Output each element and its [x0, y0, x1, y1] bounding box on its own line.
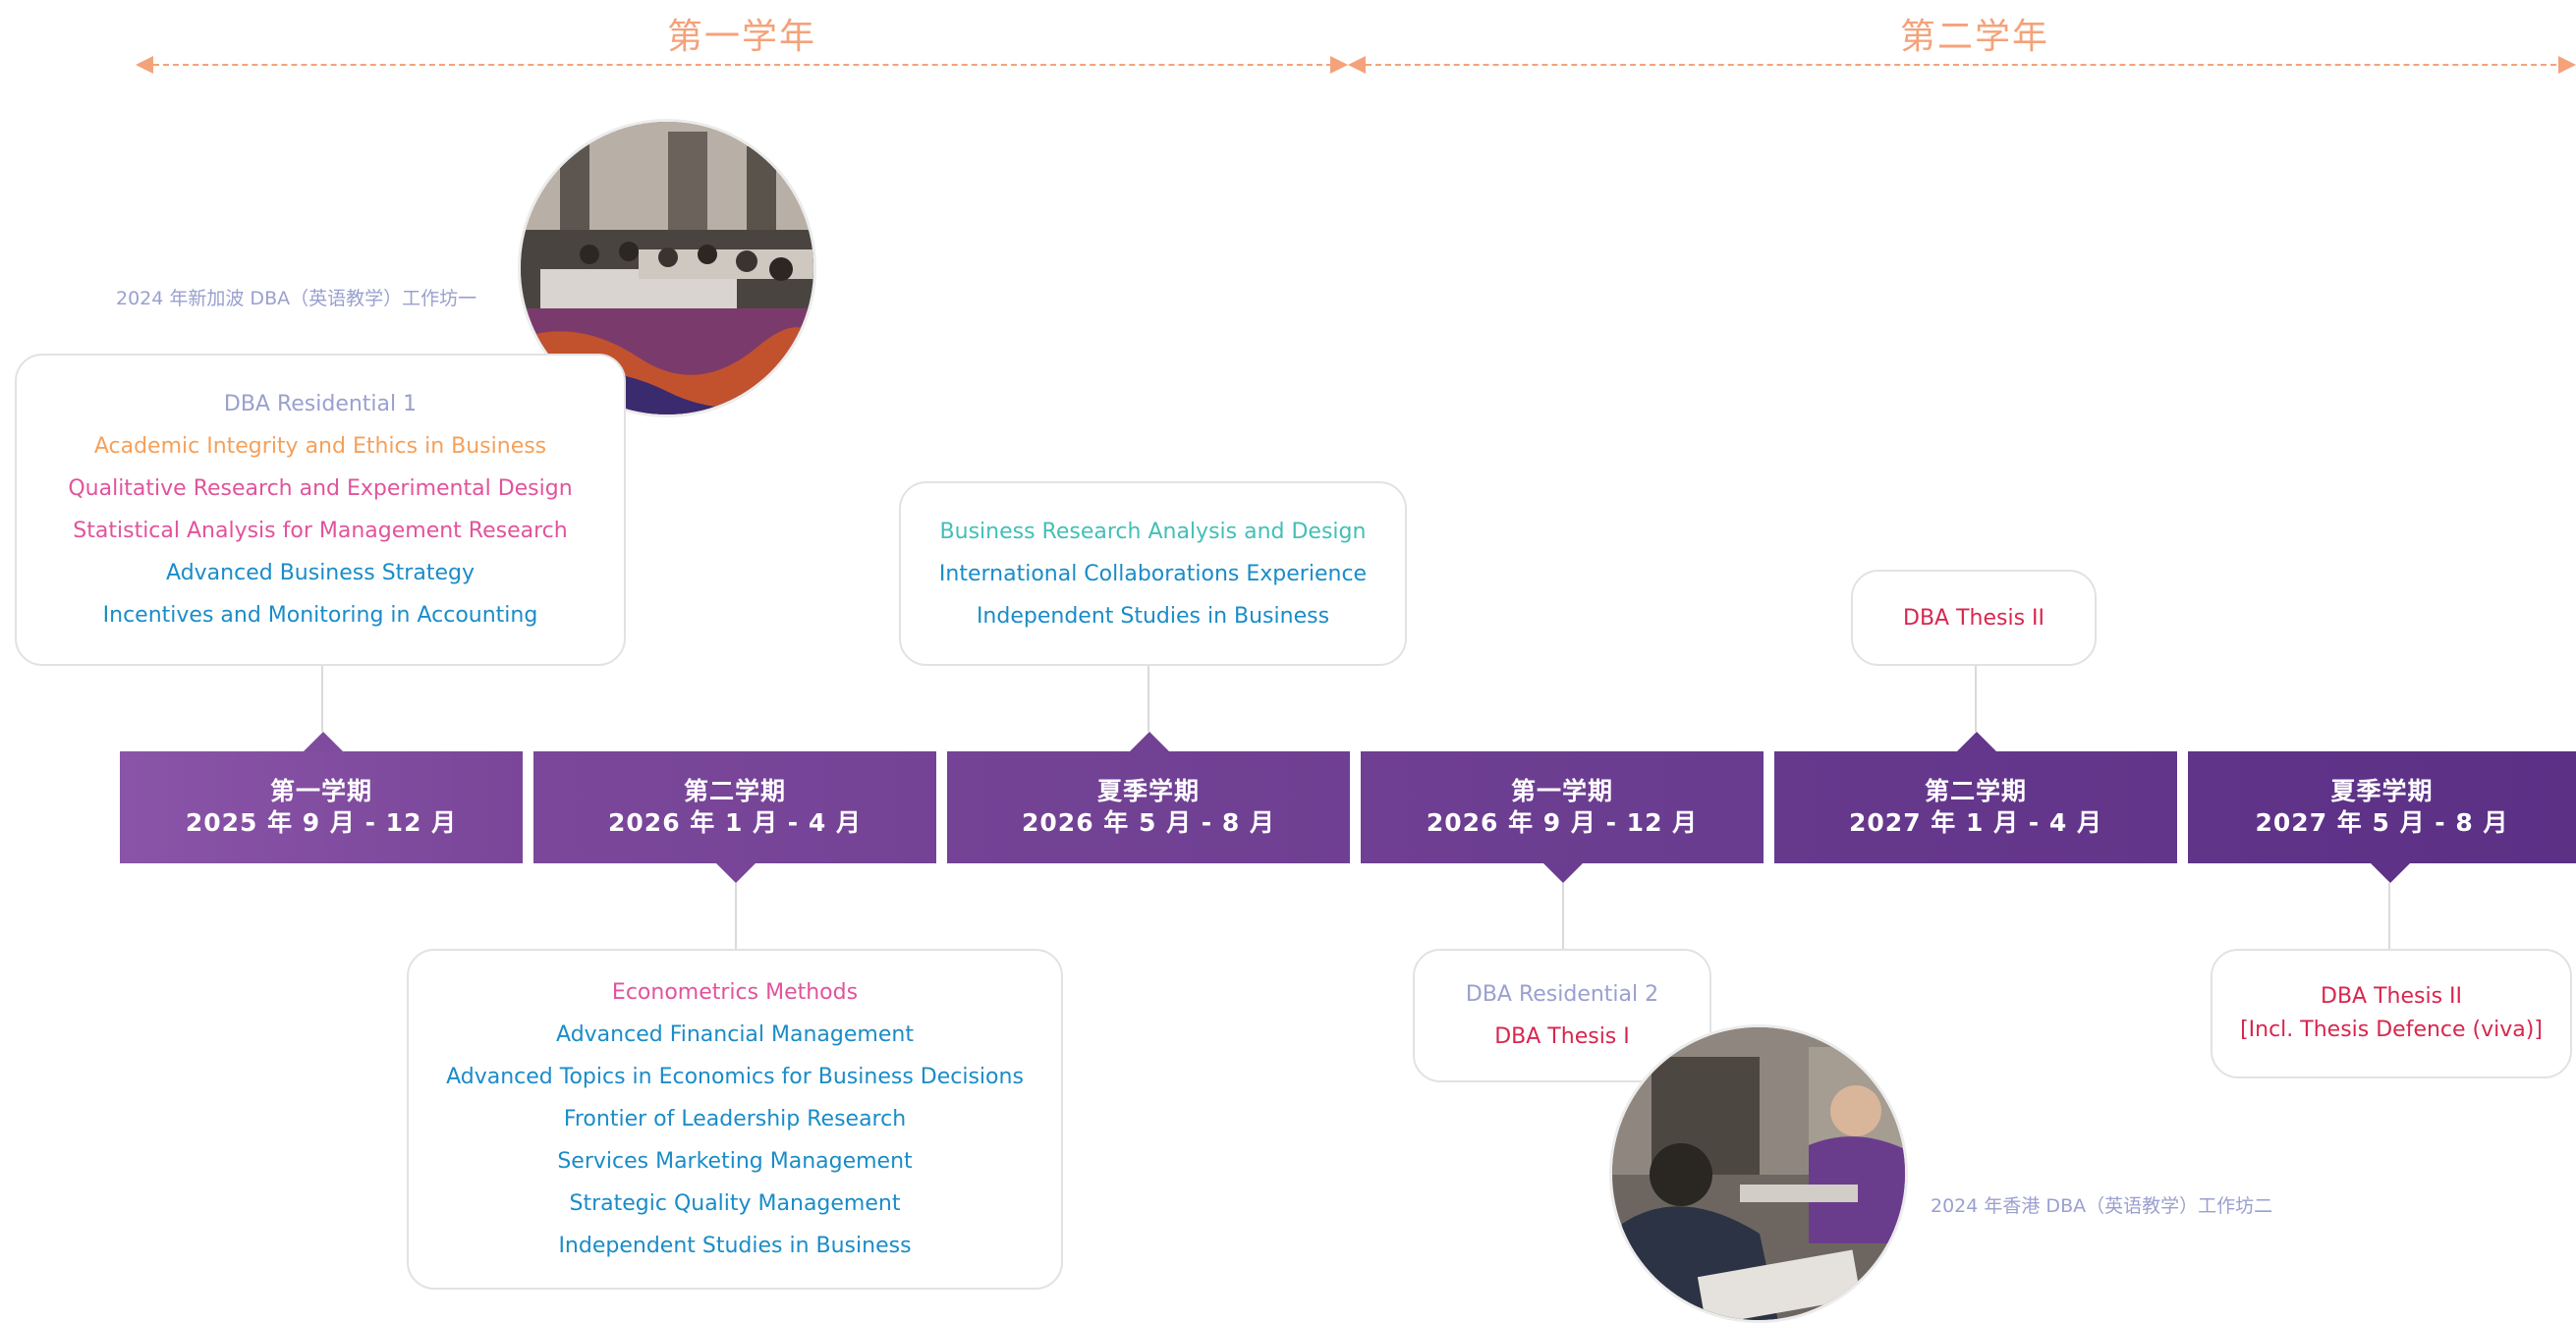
course-item: DBA Residential 1 — [223, 392, 418, 416]
course-item: [Incl. Thesis Defence (viva)] — [2240, 1018, 2543, 1042]
workshop-photo-2 — [1609, 1024, 1908, 1323]
connector-line — [1562, 883, 1564, 949]
semester-block-2: 第二学期 2026 年 1 月 - 4 月 — [533, 751, 936, 863]
connector-line — [321, 666, 323, 732]
photo-caption-1: 2024 年新加波 DBA（英语教学）工作坊一 — [116, 288, 477, 309]
year1-title: 第一学年 — [666, 17, 816, 57]
course-item: DBA Thesis II — [2321, 984, 2462, 1009]
course-item: Econometrics Methods — [611, 980, 859, 1005]
arrow-left-icon — [136, 56, 153, 74]
semester-dates: 2027 年 5 月 - 8 月 — [2255, 808, 2509, 837]
semester-block-6: 夏季学期 2027 年 5 月 - 8 月 — [2188, 751, 2576, 863]
semester-dates: 2026 年 1 月 - 4 月 — [608, 808, 862, 837]
course-item: Services Marketing Management — [557, 1149, 913, 1174]
semester-term: 夏季学期 — [2330, 777, 2434, 805]
notch-pointer — [1130, 732, 1169, 751]
course-item: International Collaborations Experience — [938, 561, 1368, 586]
semester-term: 夏季学期 — [1096, 777, 1200, 805]
semester-term: 第二学期 — [1924, 777, 2027, 805]
photo-caption-2: 2024 年香港 DBA（英语教学）工作坊二 — [1931, 1195, 2273, 1217]
semester-term: 第一学期 — [1510, 777, 1613, 805]
semester-dates: 2026 年 5 月 - 8 月 — [1022, 808, 1275, 837]
course-item: Statistical Analysis for Management Rese… — [73, 519, 568, 543]
year2-span-line — [1366, 64, 2556, 66]
course-item: Independent Studies in Business — [976, 603, 1330, 629]
year2-title: 第二学年 — [1899, 17, 2049, 57]
semester-block-3: 夏季学期 2026 年 5 月 - 8 月 — [947, 751, 1350, 863]
connector-line — [2388, 883, 2390, 949]
connector-line — [1975, 666, 1977, 732]
course-item: Academic Integrity and Ethics in Busines… — [93, 434, 547, 459]
course-card-sem1: DBA Residential 1 Academic Integrity and… — [15, 354, 626, 666]
course-item: Independent Studies in Business — [558, 1234, 912, 1258]
course-item: Strategic Quality Management — [569, 1191, 901, 1216]
semester-dates: 2026 年 9 月 - 12 月 — [1426, 808, 1699, 837]
course-item: Frontier of Leadership Research — [563, 1107, 907, 1131]
notch-pointer — [1543, 863, 1583, 883]
notch-pointer — [716, 863, 756, 883]
connector-line — [1148, 666, 1149, 732]
semester-term: 第一学期 — [269, 777, 372, 805]
semester-dates: 2027 年 1 月 - 4 月 — [1849, 808, 2102, 837]
course-card-sem5: DBA Thesis II — [1851, 570, 2097, 666]
arrow-right-icon — [1330, 56, 1348, 74]
connector-line — [735, 883, 737, 949]
course-item: Advanced Business Strategy — [166, 561, 475, 585]
course-item: Advanced Financial Management — [556, 1022, 914, 1047]
course-card-sem2: Econometrics Methods Advanced Financial … — [407, 949, 1063, 1290]
course-item: Advanced Topics in Economics for Busines… — [446, 1065, 1024, 1089]
semester-term: 第二学期 — [683, 777, 786, 805]
semester-block-1: 第一学期 2025 年 9 月 - 12 月 — [120, 751, 523, 863]
arrow-left-icon — [1348, 56, 1366, 74]
course-item: Incentives and Monitoring in Accounting — [102, 603, 538, 628]
course-item: DBA Thesis I — [1494, 1024, 1630, 1049]
course-item: Qualitative Research and Experimental De… — [68, 476, 573, 501]
course-item: DBA Residential 2 — [1465, 982, 1659, 1007]
semester-block-5: 第二学期 2027 年 1 月 - 4 月 — [1774, 751, 2177, 863]
notch-pointer — [304, 732, 343, 751]
semester-block-4: 第一学期 2026 年 9 月 - 12 月 — [1361, 751, 1764, 863]
course-item: DBA Thesis II — [1903, 605, 2044, 631]
notch-pointer — [1957, 732, 1996, 751]
semester-dates: 2025 年 9 月 - 12 月 — [185, 808, 458, 837]
notch-pointer — [2371, 863, 2410, 883]
year1-span-line — [153, 64, 1332, 66]
course-card-sem6: DBA Thesis II [Incl. Thesis Defence (viv… — [2211, 949, 2572, 1078]
course-item: Business Research Analysis and Design — [939, 519, 1367, 544]
workshop-speaker-image — [1612, 1027, 1905, 1320]
arrow-right-icon — [2558, 56, 2576, 74]
course-card-sem3: Business Research Analysis and Design In… — [899, 481, 1407, 666]
